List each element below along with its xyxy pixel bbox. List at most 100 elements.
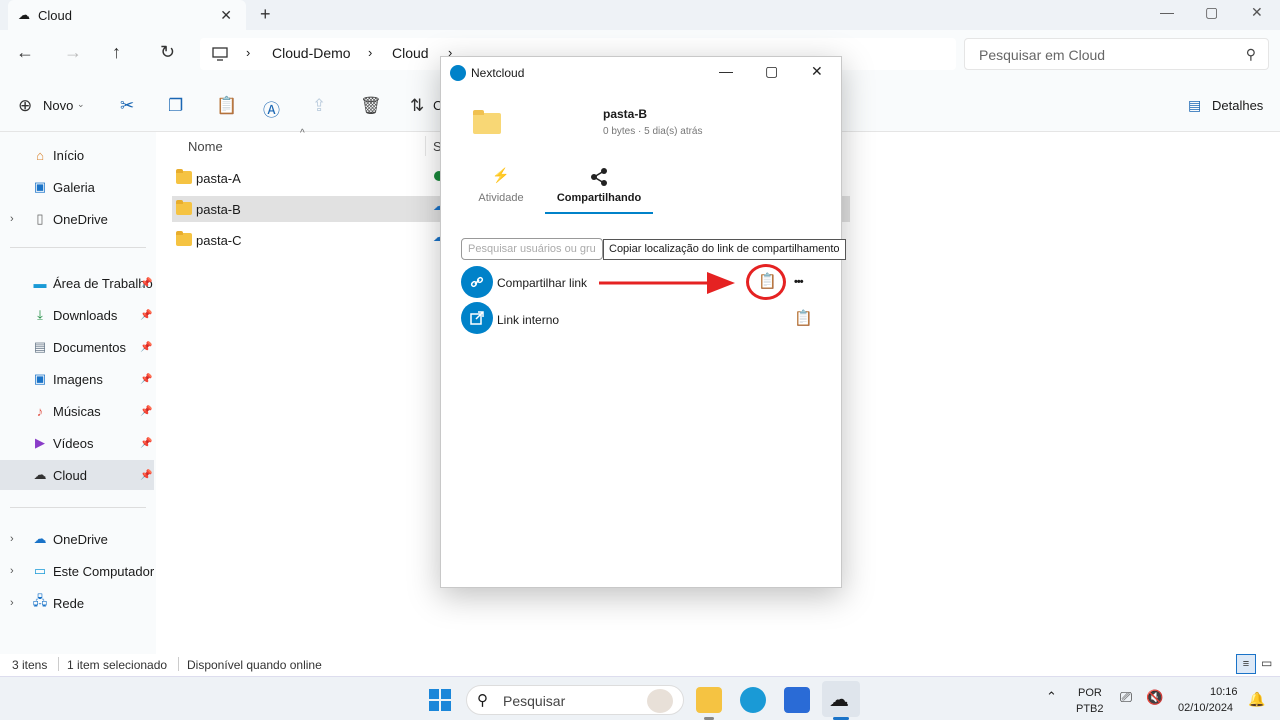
- pin-icon[interactable]: 📌: [140, 310, 152, 321]
- pin-icon[interactable]: 📌: [140, 374, 152, 385]
- column-header-name[interactable]: Nome: [188, 139, 223, 154]
- chevron-right-icon: ›: [368, 45, 373, 60]
- active-tab-indicator: [545, 212, 653, 214]
- details-button[interactable]: Detalhes: [1212, 98, 1263, 113]
- breadcrumb-cloud-demo[interactable]: Cloud-Demo: [272, 45, 351, 61]
- chevron-right-icon[interactable]: ›: [10, 213, 14, 225]
- share-search-input[interactable]: Pesquisar usuários ou grupos: [461, 238, 603, 260]
- folder-meta: 0 bytes · 5 dia(s) atrás: [603, 126, 703, 137]
- edge-icon[interactable]: [740, 687, 766, 713]
- pictures-icon: ▣: [33, 371, 47, 386]
- pin-icon[interactable]: 📌: [140, 438, 152, 449]
- monitor-icon[interactable]: ⎚: [1120, 689, 1132, 706]
- sidebar-item-este-computador[interactable]: › ▭ Este Computador: [0, 556, 154, 586]
- gallery-icon: ▣: [33, 179, 47, 194]
- divider: [10, 247, 146, 248]
- forward-arrow-icon[interactable]: →: [64, 42, 82, 63]
- clock-date[interactable]: 02/10/2024: [1178, 702, 1233, 714]
- back-arrow-icon[interactable]: ←: [16, 42, 34, 63]
- link-icon: [461, 266, 493, 298]
- notification-bell-icon[interactable]: 🔔: [1248, 691, 1265, 708]
- sidebar-item-cloud[interactable]: ☁ Cloud 📌: [0, 460, 154, 490]
- search-icon: ⚲: [477, 692, 488, 709]
- details-pane-icon[interactable]: ▤: [1188, 97, 1201, 114]
- tab-sharing[interactable]: Compartilhando: [545, 167, 653, 204]
- chevron-right-icon[interactable]: ›: [10, 533, 14, 545]
- more-options-button[interactable]: •••: [794, 276, 804, 288]
- share-icon[interactable]: ⇪: [312, 96, 326, 116]
- store-icon[interactable]: [784, 687, 810, 713]
- tiles-view-icon[interactable]: ▭: [1261, 656, 1272, 670]
- pin-icon[interactable]: 📌: [140, 406, 152, 417]
- tab-activity[interactable]: ⚡ Atividade: [477, 167, 525, 204]
- chevron-right-icon[interactable]: ›: [10, 565, 14, 577]
- cloud-icon: ☁: [33, 467, 47, 482]
- file-explorer-icon[interactable]: [696, 687, 722, 713]
- delete-icon[interactable]: 🗑: [360, 96, 382, 116]
- pin-icon[interactable]: 📌: [140, 470, 152, 481]
- cloud-app-icon[interactable]: ☁: [829, 687, 849, 712]
- maximize-button[interactable]: ▢: [765, 63, 778, 80]
- new-button[interactable]: Novo: [43, 98, 73, 113]
- language-top[interactable]: POR: [1078, 687, 1102, 699]
- clock-time[interactable]: 10:16: [1210, 686, 1238, 698]
- nextcloud-logo-icon: [450, 65, 466, 81]
- divider: [10, 507, 146, 508]
- windows-start-icon[interactable]: [429, 689, 451, 711]
- chevron-down-icon: ⌄: [77, 99, 85, 109]
- details-view-icon[interactable]: ≡: [1236, 654, 1256, 674]
- tab-title: Cloud: [38, 7, 72, 23]
- pin-icon[interactable]: 📌: [140, 278, 152, 289]
- up-arrow-icon[interactable]: ↑: [112, 42, 121, 63]
- folder-icon: [176, 231, 192, 246]
- tab-cloud[interactable]: ☁ Cloud ✕: [8, 0, 246, 30]
- minimize-button[interactable]: —: [719, 63, 733, 79]
- sidebar-item-inicio[interactable]: ⌂ Início: [0, 140, 154, 170]
- minimize-button[interactable]: —: [1160, 4, 1174, 20]
- sort-icon[interactable]: ⇅: [410, 96, 424, 116]
- sidebar-item-rede[interactable]: › 🖧 Rede: [0, 588, 154, 618]
- volume-muted-icon[interactable]: 🔇: [1146, 689, 1163, 706]
- maximize-button[interactable]: ▢: [1205, 4, 1218, 21]
- copy-icon[interactable]: ❐: [168, 96, 183, 116]
- cloud-icon: ☁: [18, 8, 30, 22]
- language-bottom[interactable]: PTB2: [1076, 703, 1104, 715]
- paste-icon[interactable]: 📋: [216, 96, 237, 116]
- close-button[interactable]: ✕: [1251, 4, 1263, 21]
- pin-icon[interactable]: 📌: [140, 342, 152, 353]
- sidebar-item-galeria[interactable]: ▣ Galeria: [0, 172, 154, 202]
- taskbar-search[interactable]: ⚲ Pesquisar: [466, 685, 684, 715]
- new-tab-button[interactable]: +: [260, 4, 271, 25]
- rename-icon[interactable]: Ⓐ: [263, 96, 280, 121]
- search-input[interactable]: Pesquisar em Cloud ⚲: [964, 38, 1269, 70]
- sidebar-item-area-de-trabalho[interactable]: ▬ Área de Trabalho 📌: [0, 268, 154, 298]
- copy-link-icon[interactable]: 📋: [758, 272, 777, 290]
- plus-icon[interactable]: ⊕: [18, 96, 32, 116]
- divider: [58, 657, 59, 671]
- sidebar-item-videos[interactable]: ▶ Vídeos 📌: [0, 428, 154, 458]
- sidebar-item-downloads[interactable]: ⤓ Downloads 📌: [0, 300, 154, 330]
- close-button[interactable]: ✕: [811, 63, 823, 80]
- documents-icon: ▤: [33, 339, 47, 354]
- chevron-up-icon[interactable]: ⌃: [1046, 689, 1057, 705]
- sidebar-item-onedrive[interactable]: › ☁ OneDrive: [0, 524, 154, 554]
- search-placeholder: Pesquisar em Cloud: [979, 47, 1106, 63]
- copy-internal-link-icon[interactable]: 📋: [794, 309, 813, 327]
- sidebar-item-documentos[interactable]: ▤ Documentos 📌: [0, 332, 154, 362]
- refresh-icon[interactable]: ↻: [160, 42, 175, 63]
- search-icon: ⚲: [1245, 46, 1256, 62]
- nextcloud-dialog: Nextcloud — ▢ ✕ pasta-B 0 bytes · 5 dia(…: [440, 56, 846, 588]
- breadcrumb-cloud[interactable]: Cloud: [392, 45, 429, 61]
- status-bar: 3 itens 1 item selecionado Disponível qu…: [0, 654, 1280, 676]
- sidebar-item-onedrive-personal[interactable]: › ▯ OneDrive: [0, 204, 154, 234]
- chevron-right-icon: ›: [246, 45, 251, 60]
- sidebar-item-imagens[interactable]: ▣ Imagens 📌: [0, 364, 154, 394]
- internal-link-label: Link interno: [497, 313, 560, 327]
- share-icon: [591, 168, 607, 186]
- dialog-title: Nextcloud: [471, 66, 525, 80]
- close-tab-icon[interactable]: ✕: [220, 7, 232, 24]
- cut-icon[interactable]: ✂: [120, 96, 134, 116]
- folder-name: pasta-B: [603, 107, 648, 121]
- chevron-right-icon[interactable]: ›: [10, 597, 14, 609]
- sidebar-item-musicas[interactable]: ♪ Músicas 📌: [0, 396, 154, 426]
